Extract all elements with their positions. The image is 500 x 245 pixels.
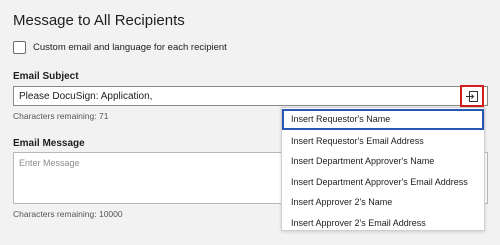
- message-settings-panel: Message to All Recipients Custom email a…: [0, 0, 500, 245]
- email-message-label: Email Message: [13, 138, 85, 149]
- email-subject-label: Email Subject: [13, 71, 79, 82]
- message-chars-remaining: Characters remaining: 10000: [13, 209, 123, 219]
- dropdown-item-approver2-name[interactable]: Insert Approver 2's Name: [282, 192, 484, 213]
- section-title: Message to All Recipients: [13, 12, 185, 29]
- merge-field-dropdown: Insert Requestor's Name Insert Requestor…: [281, 107, 485, 231]
- insert-field-icon: [466, 90, 478, 102]
- email-message-placeholder: Enter Message: [19, 158, 80, 168]
- dropdown-item-dept-approver-name[interactable]: Insert Department Approver's Name: [282, 151, 484, 172]
- custom-email-checkbox-row[interactable]: Custom email and language for each recip…: [13, 41, 227, 54]
- custom-email-checkbox-label: Custom email and language for each recip…: [33, 42, 227, 53]
- dropdown-item-dept-approver-email[interactable]: Insert Department Approver's Email Addre…: [282, 172, 484, 193]
- dropdown-item-approver2-email[interactable]: Insert Approver 2's Email Address: [282, 213, 484, 234]
- dropdown-item-requestor-email[interactable]: Insert Requestor's Email Address: [282, 131, 484, 152]
- subject-chars-remaining: Characters remaining: 71: [13, 111, 109, 121]
- email-subject-value: Please DocuSign: Application,: [19, 90, 153, 102]
- insert-merge-field-button[interactable]: [460, 85, 484, 107]
- custom-email-checkbox[interactable]: [13, 41, 26, 54]
- email-subject-input[interactable]: Please DocuSign: Application,: [13, 86, 488, 106]
- dropdown-item-requestor-name[interactable]: Insert Requestor's Name: [282, 109, 484, 130]
